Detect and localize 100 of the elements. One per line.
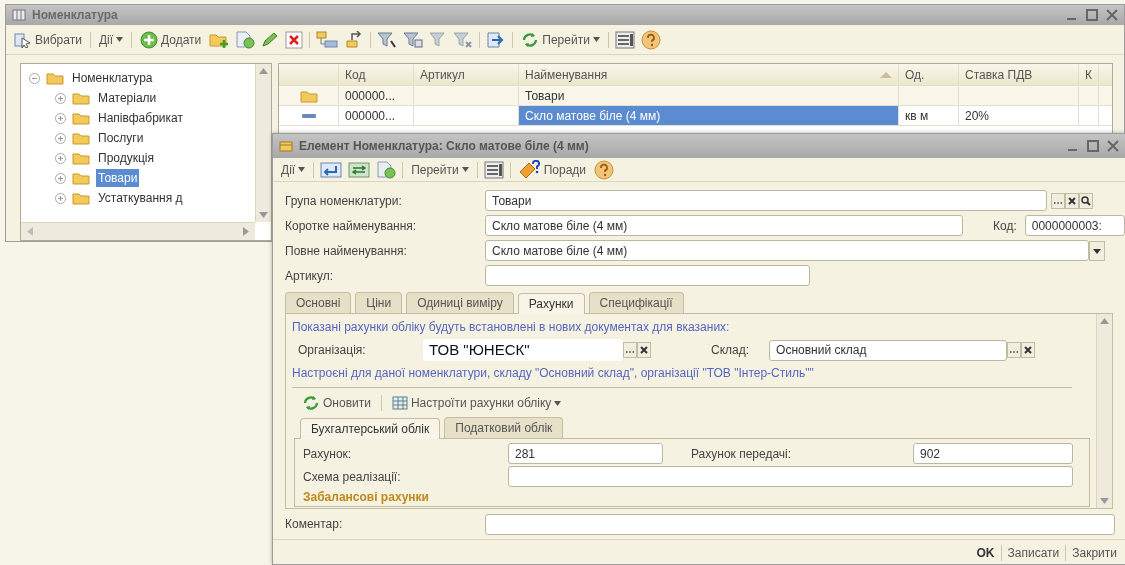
- delete-icon[interactable]: [285, 30, 304, 49]
- input-field[interactable]: 0000000003:: [1024, 215, 1125, 236]
- dropdown-icon[interactable]: [1089, 240, 1105, 261]
- list-icon[interactable]: [483, 160, 504, 179]
- tree-item[interactable]: Послуги: [96, 129, 146, 147]
- document-add-icon[interactable]: [376, 160, 397, 179]
- window-title: Елемент Номенклатура: Скло матове біле (4 мм): [299, 138, 589, 155]
- scroll-down-icon[interactable]: [259, 212, 268, 218]
- tab[interactable]: Одиниці виміру: [406, 292, 514, 313]
- window-icon: [12, 9, 26, 21]
- folder-add-icon[interactable]: [209, 31, 230, 48]
- column-header[interactable]: Ставка ПДВ: [959, 64, 1079, 85]
- scroll-up-icon[interactable]: [259, 68, 268, 74]
- clear-icon[interactable]: [1065, 192, 1079, 209]
- input-field[interactable]: [508, 466, 1073, 487]
- table-cell: кв м: [899, 106, 959, 125]
- expand-icon[interactable]: [55, 152, 66, 164]
- toolbar-button[interactable]: Вибрати: [12, 30, 84, 49]
- refresh-icon: [302, 395, 320, 411]
- dropdown-button[interactable]: Перейти: [519, 30, 602, 49]
- pencil-icon[interactable]: [261, 31, 280, 48]
- column-header[interactable]: Од.: [899, 64, 959, 85]
- dialog-button[interactable]: Записати: [1001, 543, 1066, 562]
- search-icon[interactable]: [1079, 192, 1093, 209]
- dropdown-button[interactable]: Дії: [279, 160, 308, 179]
- dropdown-button[interactable]: Настроїти рахунки обліку: [389, 394, 564, 412]
- scroll-left-icon[interactable]: [27, 227, 33, 236]
- scrollbar[interactable]: [21, 222, 255, 240]
- list-icon[interactable]: [614, 30, 635, 49]
- input-field[interactable]: Товари: [485, 190, 1047, 211]
- tab[interactable]: Ціни: [355, 292, 403, 313]
- dropdown-button[interactable]: Дії: [96, 30, 125, 49]
- swap-icon[interactable]: [348, 160, 371, 179]
- maximize-icon[interactable]: [1087, 140, 1099, 152]
- refresh-icon: [521, 31, 540, 48]
- clear-icon[interactable]: [637, 342, 651, 358]
- folder-icon: [46, 71, 64, 85]
- expand-icon[interactable]: [55, 92, 66, 104]
- maximize-icon[interactable]: [1086, 9, 1098, 21]
- toolbar-button[interactable]: Додати: [138, 30, 204, 49]
- folder-icon: [72, 131, 90, 145]
- column-header[interactable]: Артикул: [414, 64, 519, 85]
- info-text: Настроєні для даної номенклатури, складу "Основний склад", організації "ТОВ "Інтер-Стиль"": [292, 365, 815, 382]
- tab[interactable]: Рахунки: [517, 293, 585, 314]
- input-field[interactable]: 902: [913, 443, 1073, 464]
- tab[interactable]: Специфікації: [588, 292, 684, 313]
- scrollbar[interactable]: [1096, 314, 1112, 508]
- input-field[interactable]: Основний склад: [769, 339, 1008, 361]
- document-add-icon[interactable]: [235, 30, 256, 49]
- tree-item[interactable]: Номенклатура: [70, 69, 155, 87]
- scroll-down-icon[interactable]: [1100, 498, 1109, 504]
- dropdown-button[interactable]: Перейти: [409, 160, 471, 179]
- toolbar-button[interactable]: Оновити: [300, 394, 373, 412]
- hint-icon: [518, 159, 541, 180]
- hierarchy-icon[interactable]: [316, 30, 339, 49]
- help-icon[interactable]: [594, 159, 615, 180]
- input-field[interactable]: Скло матове біле (4 мм): [485, 240, 1089, 261]
- collapse-icon[interactable]: [29, 72, 40, 84]
- clear-icon[interactable]: [1021, 342, 1036, 358]
- dialog-button[interactable]: OK: [970, 543, 1001, 562]
- help-icon[interactable]: [640, 29, 661, 50]
- table-cell: 000000...: [339, 86, 414, 105]
- column-header[interactable]: Код: [339, 64, 414, 85]
- close-icon[interactable]: [1107, 140, 1119, 152]
- tree-item[interactable]: Продукція: [96, 149, 156, 167]
- field-label: Група номенклатури:: [285, 192, 403, 210]
- expand-icon[interactable]: [55, 132, 66, 144]
- folder-icon: [72, 91, 90, 105]
- toolbar-button[interactable]: Поради: [516, 159, 589, 180]
- window-title: Номенклатура: [32, 7, 118, 24]
- scrollbar[interactable]: [255, 64, 271, 222]
- folder-icon: [72, 111, 90, 125]
- filter-icon[interactable]: [377, 30, 398, 49]
- expand-icon[interactable]: [55, 172, 66, 184]
- input-field[interactable]: ТОВ "ЮНЕСК": [423, 339, 623, 361]
- tree-item[interactable]: Напівфабрикат: [96, 109, 185, 127]
- input-field[interactable]: [485, 265, 810, 286]
- column-header[interactable]: К: [1079, 64, 1099, 85]
- input-field[interactable]: 281: [508, 443, 663, 464]
- tab[interactable]: Податковий облік: [444, 417, 564, 438]
- add-icon: [140, 30, 158, 49]
- input-field[interactable]: [485, 513, 1115, 535]
- expand-icon[interactable]: [55, 192, 66, 204]
- tab[interactable]: Бухгалтерський облік: [300, 418, 441, 439]
- filter-clear-icon[interactable]: [453, 30, 474, 49]
- field-label: Коротке найменування:: [285, 217, 418, 235]
- tree-item[interactable]: Устаткування д: [96, 189, 185, 207]
- filter-icon[interactable]: [403, 30, 424, 49]
- select-icon: [14, 31, 32, 48]
- column-header[interactable]: Найменування: [519, 64, 899, 85]
- section-heading: Забалансові рахунки: [303, 489, 430, 506]
- scroll-up-icon[interactable]: [1100, 318, 1109, 324]
- close-icon[interactable]: [1106, 9, 1118, 21]
- input-field[interactable]: Скло матове біле (4 мм): [485, 215, 963, 236]
- field-label: Склад:: [711, 342, 750, 359]
- scroll-right-icon[interactable]: [243, 227, 249, 236]
- tree-item[interactable]: Матеріали: [96, 89, 159, 107]
- tab[interactable]: Основні: [285, 292, 352, 313]
- dialog-button[interactable]: Закрити: [1066, 543, 1123, 562]
- expand-icon[interactable]: [55, 112, 66, 124]
